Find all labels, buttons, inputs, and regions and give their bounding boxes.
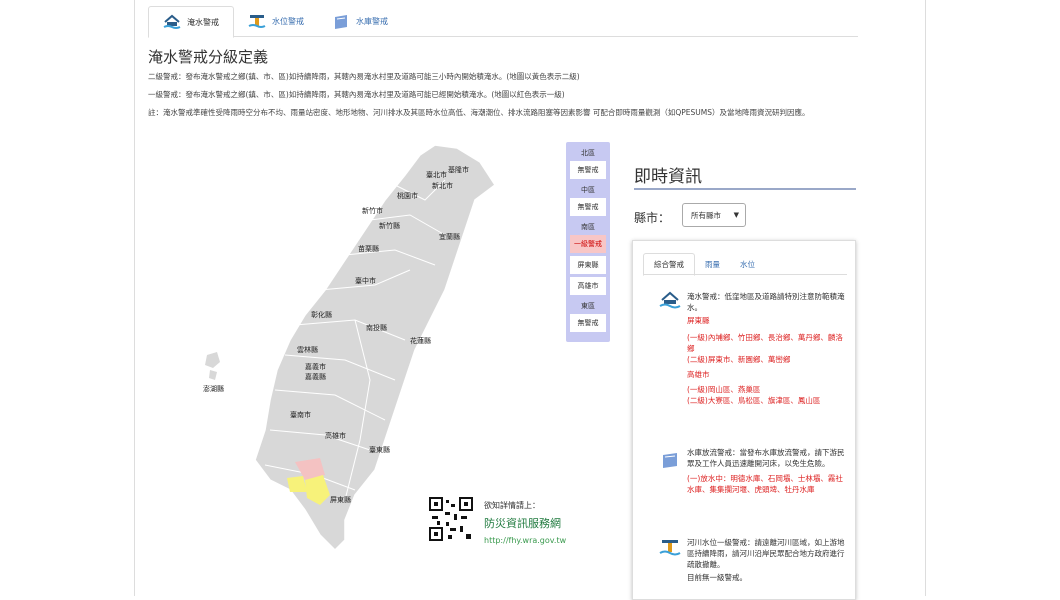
legend-east-label: 東區 [581, 302, 595, 310]
definition-level-2: 二級警戒：發布淹水警戒之鄉(鎮、市、區)如持續降雨，其轄內易淹水村里及道路可能三… [148, 72, 580, 81]
legend-north-label: 北區 [581, 149, 595, 157]
flood-icon [163, 14, 181, 30]
flood-county-pingtung[interactable]: 屏東縣 [687, 315, 849, 326]
penghu-island [205, 352, 220, 368]
tab-combined-warning[interactable]: 綜合警戒 [643, 253, 695, 276]
flood-heading: 淹水警戒：低窪地區及道路請特別注意防範積淹水。 [687, 292, 845, 312]
chevron-down-icon: ▼ [733, 211, 739, 219]
map-label-changhua: 彰化縣 [311, 311, 332, 319]
page-title: 淹水警戒分級定義 [148, 48, 269, 66]
map-label-hualien: 花蓮縣 [410, 337, 431, 345]
tab-label: 淹水警戒 [187, 17, 219, 27]
water-level-icon [659, 540, 681, 556]
tab-label: 水位警戒 [272, 17, 304, 26]
tab-water-level[interactable]: 水位 [730, 253, 765, 275]
reservoir-warning-block: 水庫放流警戒：當發布水庫放流警戒，請下游民眾及工作人員迅速離開河床，以免生危險。… [687, 447, 849, 495]
map-label-kaohsiung: 高雄市 [325, 432, 346, 440]
map-label-penghu: 澎湖縣 [203, 385, 224, 393]
river-warning-block: 河川水位一級警戒：請遠離河川區域，如上游地區持續降雨，請河川沿岸民眾配合地方政府… [687, 537, 849, 583]
legend-south-kaohsiung[interactable]: 高雄市 [570, 277, 606, 295]
realtime-title: 即時資訊 [634, 167, 702, 187]
flood-kaohsiung-level2: (二級)大寮區、鳥松區、旗津區、鳳山區 [687, 396, 821, 405]
flood-warning-block: 淹水警戒：低窪地區及道路請特別注意防範積淹水。 屏東縣 (一級)內埔鄉、竹田鄉、… [687, 291, 849, 406]
qr-url-link[interactable]: http://fhy.wra.gov.tw [484, 536, 566, 545]
county-select[interactable]: 所有縣市 ▼ [682, 203, 746, 227]
map-label-taipei: 臺北市 [426, 171, 447, 179]
reservoir-detail: (一)放水中：明德水庫、石岡壩、士林壩、霧社水庫、集集攔河堰、虎頭埤、牡丹水庫 [687, 474, 843, 494]
region-warning-legend: 北區 無警戒 中區 無警戒 南區 一級警戒 屏東縣 高雄市 東區 無警戒 [566, 142, 610, 342]
county-select-value: 所有縣市 [691, 210, 721, 220]
water-level-icon [248, 14, 266, 30]
flood-kaohsiung-level1: (一級)岡山區、燕巢區 [687, 385, 761, 394]
warning-tabs: 淹水警戒 水位警戒 水庫警戒 [148, 6, 858, 38]
flood-pingtung-level2: (二級)屏東市、新園鄉、萬巒鄉 [687, 355, 791, 364]
map-label-chiayi: 嘉義縣 [305, 373, 326, 381]
definition-level-1: 一級警戒：發布淹水警戒之鄉(鎮、市、區)如持續降雨，其轄內易淹水村里及道路可能已… [148, 90, 565, 99]
realtime-underline [634, 188, 856, 190]
legend-south-value[interactable]: 一級警戒 [570, 235, 606, 253]
flood-county-kaohsiung[interactable]: 高雄市 [687, 369, 849, 380]
qr-prompt: 欲知詳情請上： [484, 501, 540, 510]
map-label-yunlin: 雲林縣 [297, 346, 318, 354]
map-label-keelung: 基隆市 [448, 166, 469, 174]
river-heading: 河川水位一級警戒：請遠離河川區域，如上游地區持續降雨，請河川沿岸民眾配合地方政府… [687, 538, 845, 569]
tab-rainfall[interactable]: 雨量 [695, 253, 730, 275]
map-label-chiayicity: 嘉義市 [305, 363, 326, 371]
legend-south-pingtung[interactable]: 屏東縣 [570, 256, 606, 274]
tab-water-level-warning[interactable]: 水位警戒 [234, 6, 318, 37]
map-label-miaoli: 苗栗縣 [358, 245, 379, 253]
map-label-taoyuan: 桃園市 [397, 192, 418, 200]
legend-north-value[interactable]: 無警戒 [570, 161, 606, 179]
definition-note: 註：淹水警戒準確性受降雨時空分布不均、雨量站密度、地形地物、河川排水及其區時水位… [148, 108, 810, 117]
map-label-pingtung: 屏東縣 [330, 496, 351, 504]
tab-reservoir-warning[interactable]: 水庫警戒 [318, 6, 402, 37]
county-label: 縣市： [634, 211, 671, 225]
map-label-nantou: 南投縣 [366, 324, 387, 332]
panel-tabs: 綜合警戒 雨量 水位 [643, 253, 847, 276]
qr-code-icon[interactable] [428, 496, 474, 542]
legend-south-label: 南區 [581, 223, 595, 231]
map-label-taichung: 臺中市 [355, 277, 376, 285]
reservoir-icon [663, 453, 677, 468]
map-label-taitung: 臺東縣 [369, 446, 390, 454]
legend-central-label: 中區 [581, 186, 595, 194]
river-detail: 目前無一級警戒。 [687, 573, 747, 582]
flood-icon [659, 291, 681, 309]
reservoir-icon [332, 14, 350, 30]
map-label-newtaipei: 新北市 [432, 182, 453, 190]
legend-central-value[interactable]: 無警戒 [570, 198, 606, 216]
tab-flood-warning[interactable]: 淹水警戒 [148, 6, 234, 38]
map-label-tainan: 臺南市 [290, 411, 311, 419]
map-label-hsinchu: 新竹縣 [379, 222, 400, 230]
flood-pingtung-level1: (一級)內埔鄉、竹田鄉、長治鄉、萬丹鄉、麟洛鄉 [687, 333, 843, 353]
legend-east-value[interactable]: 無警戒 [570, 314, 606, 332]
map-label-yilan: 宜蘭縣 [439, 233, 460, 241]
penghu-island [209, 370, 217, 380]
qr-site-name[interactable]: 防災資訊服務網 [484, 515, 561, 531]
tab-label: 水庫警戒 [356, 17, 388, 26]
map-label-hsinchucity: 新竹市 [362, 207, 383, 215]
realtime-panel: 綜合警戒 雨量 水位 淹水警戒：低窪地區及道路請特別注意防範積淹水。 屏東縣 (… [632, 240, 856, 600]
reservoir-heading: 水庫放流警戒：當發布水庫放流警戒，請下游民眾及工作人員迅速離開河床，以免生危險。 [687, 448, 845, 468]
